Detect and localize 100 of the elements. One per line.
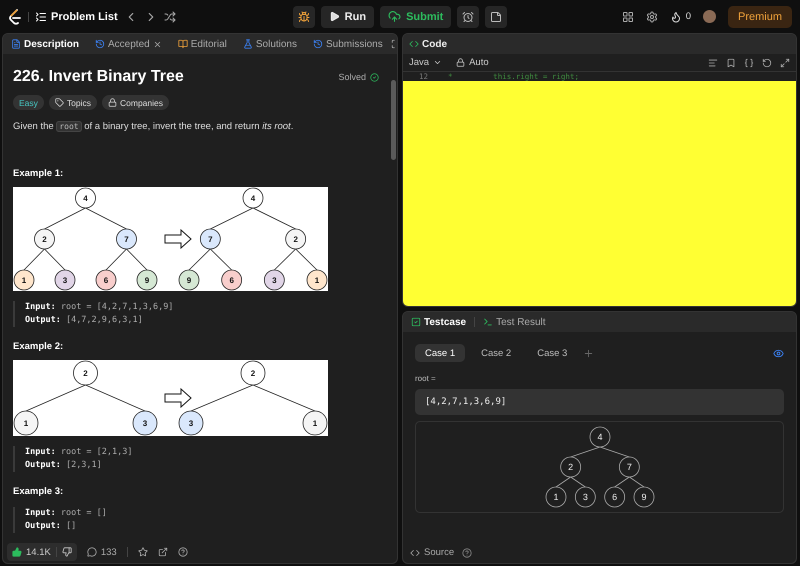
format-button[interactable]: [708, 58, 718, 68]
code-icon: [410, 548, 420, 558]
output-text: Output: [2,3,1]: [25, 459, 102, 472]
settings-button[interactable]: [646, 10, 658, 22]
case-tab[interactable]: Case 2: [471, 344, 522, 362]
panel-tab[interactable]: Editorial: [176, 38, 229, 50]
tag-chip[interactable]: Topics: [48, 95, 97, 110]
scrollbar-thumb[interactable]: [390, 80, 396, 160]
tree-node: 9: [633, 486, 654, 508]
note-button[interactable]: [485, 6, 508, 28]
help-button[interactable]: [178, 547, 188, 557]
settings-icon: [646, 10, 658, 22]
arrow-icon: [164, 228, 192, 250]
panel-tab[interactable]: Testcase: [409, 316, 468, 328]
auto-mode-toggle[interactable]: Auto: [456, 57, 489, 68]
problem-title[interactable]: 226. Invert Binary Tree: [13, 68, 184, 86]
tree-node: 6: [604, 486, 625, 508]
case-tab[interactable]: Case 3: [527, 344, 578, 362]
tree-edge: [570, 476, 586, 488]
solved-status: Solved: [338, 72, 366, 82]
bug-icon: [298, 10, 310, 22]
tree-edge: [85, 208, 127, 230]
comments-button[interactable]: 133: [86, 546, 117, 558]
book-icon: [178, 39, 188, 49]
tree-edge: [252, 208, 296, 230]
shuffle-button[interactable]: [164, 10, 176, 22]
play-icon: [328, 11, 340, 22]
external-link-icon: [158, 547, 168, 557]
code-icon: [409, 39, 419, 49]
tree-node: 3: [54, 270, 76, 290]
example-title: Example 3:: [13, 486, 64, 497]
flame-icon: [670, 10, 682, 22]
tree-node: 3: [574, 486, 596, 508]
tree-node: 2: [285, 228, 306, 250]
tag-icon: [54, 98, 64, 107]
expand-button[interactable]: [780, 58, 790, 68]
panel-tab[interactable]: Accepted: [93, 38, 164, 50]
star-button[interactable]: [138, 547, 148, 557]
tag-chip[interactable]: Companies: [102, 95, 169, 110]
panel-tab[interactable]: Submissions: [311, 38, 385, 50]
checkbox-icon: [411, 317, 421, 327]
grid-button[interactable]: [622, 10, 634, 22]
speech-bubble-icon: [86, 547, 97, 557]
tree-edge: [85, 384, 146, 412]
input-field[interactable]: [4,2,7,1,3,6,9]: [415, 389, 784, 415]
tree-node: 4: [242, 188, 264, 208]
tree-edge: [274, 248, 296, 270]
case-tab[interactable]: Case 1: [415, 344, 466, 362]
problem-list-button[interactable]: Problem List: [35, 10, 118, 22]
problem-statement: Given the root of a binary tree, invert the tree, and return its root.: [13, 120, 294, 134]
tree-node: 1: [14, 410, 38, 436]
tree-node: 7: [116, 228, 137, 250]
tree-edge: [555, 476, 571, 488]
braces-button[interactable]: [744, 58, 754, 68]
panel-tab[interactable]: Solutions: [240, 38, 299, 50]
plus-icon: [583, 348, 594, 358]
source-button[interactable]: Source: [410, 547, 454, 558]
shuffle-icon: [164, 10, 176, 22]
tree-edge: [26, 384, 86, 412]
star-icon: [138, 547, 148, 557]
eye-icon: [773, 348, 784, 358]
arrow-icon: [164, 388, 192, 408]
tree-edge: [614, 476, 630, 488]
reset-button[interactable]: [762, 58, 772, 68]
language-select[interactable]: Java: [409, 57, 442, 68]
output-text: Output: []: [25, 520, 76, 533]
bookmark-icon: [726, 58, 736, 68]
tree-edge: [210, 248, 232, 270]
close-icon[interactable]: [152, 40, 162, 48]
expand-icon: [780, 58, 790, 68]
terminal-icon: [483, 317, 494, 327]
tree-node: 6: [221, 270, 242, 290]
thumbs-down-icon: [62, 547, 72, 557]
visibility-button[interactable]: [773, 348, 784, 358]
tree-edge: [44, 248, 66, 270]
lock-icon: [108, 98, 117, 107]
bookmark-button[interactable]: [726, 58, 736, 68]
debug-button[interactable]: [292, 6, 315, 28]
premium-button[interactable]: Premium: [728, 6, 792, 28]
add-case-button[interactable]: [583, 348, 594, 358]
avatar[interactable]: [703, 10, 716, 23]
alarm-button[interactable]: [457, 6, 480, 28]
tree-edge: [252, 384, 316, 412]
streak-button[interactable]: 0: [670, 10, 691, 22]
run-button[interactable]: Run: [320, 6, 374, 28]
panel-tab[interactable]: Description: [9, 38, 82, 50]
panel-tab[interactable]: Test Result: [481, 316, 548, 328]
tree-node: 3: [178, 410, 204, 436]
tree-node: 4: [589, 426, 610, 448]
help-icon: [178, 547, 188, 557]
tree-node: 3: [264, 270, 285, 290]
tree-edge: [126, 248, 148, 270]
example-title: Example 2:: [13, 341, 64, 352]
braces-icon: [744, 58, 754, 68]
difficulty-tag: Easy: [13, 95, 44, 110]
logo-icon[interactable]: [8, 8, 22, 24]
check-circle-icon: [370, 72, 379, 82]
share-button[interactable]: [158, 547, 168, 557]
submit-button[interactable]: Submit: [380, 6, 452, 28]
tree-node: 9: [178, 270, 200, 290]
